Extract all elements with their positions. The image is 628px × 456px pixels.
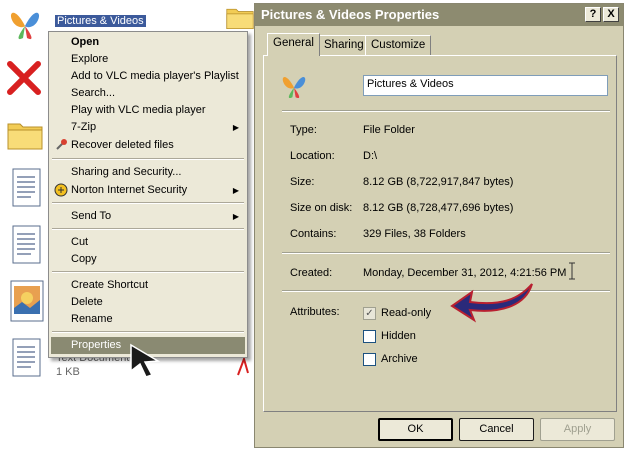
folder-icon[interactable] (7, 118, 43, 153)
readonly-label: Read-only (381, 307, 432, 319)
text-document-icon[interactable] (12, 168, 42, 211)
folder-msn-butterfly-icon (278, 70, 310, 105)
separator (282, 110, 610, 112)
menu-separator (52, 158, 244, 160)
mouse-cursor-icon (128, 343, 164, 382)
location-value: D:\ (363, 150, 378, 162)
menu-item-open[interactable]: Open (51, 34, 245, 51)
menu-item-copy[interactable]: Copy (51, 251, 245, 268)
recover-icon (54, 138, 68, 152)
msn-butterfly-icon[interactable] (5, 4, 45, 47)
menu-item-cut[interactable]: Cut (51, 234, 245, 251)
submenu-arrow-icon: ▶ (232, 186, 239, 195)
menu-separator (52, 331, 244, 333)
submenu-arrow-icon: ▶ (232, 123, 239, 132)
type-label: Type: (290, 124, 317, 136)
menu-item-delete[interactable]: Delete (51, 294, 245, 311)
size-on-disk-label: Size on disk: (290, 202, 353, 214)
annotation-arrow-icon (448, 280, 538, 333)
pdf-file-icon[interactable] (236, 355, 250, 380)
archive-checkbox[interactable] (363, 353, 376, 366)
ok-button[interactable]: OK (378, 418, 453, 441)
menu-item-create-shortcut[interactable]: Create Shortcut (51, 277, 245, 294)
context-menu: Open Explore Add to VLC media player's P… (48, 31, 248, 358)
location-label: Location: (290, 150, 335, 162)
menu-item-sharing-and-security[interactable]: Sharing and Security... (51, 164, 245, 181)
archive-label: Archive (381, 353, 418, 365)
text-cursor-icon (568, 262, 576, 283)
file-size-label: 1 KB (56, 366, 80, 378)
hidden-label: Hidden (381, 330, 416, 342)
text-document-icon[interactable] (12, 338, 42, 381)
submenu-arrow-icon: ▶ (232, 212, 239, 221)
menu-separator (52, 202, 244, 204)
size-on-disk-value: 8.12 GB (8,728,477,696 bytes) (363, 202, 514, 214)
separator (282, 290, 610, 292)
dialog-title: Pictures & Videos Properties (261, 7, 440, 22)
menu-item-7zip[interactable]: 7-Zip ▶ (51, 119, 245, 136)
tab-general[interactable]: General (267, 33, 320, 56)
menu-item-play-with-vlc[interactable]: Play with VLC media player (51, 102, 245, 119)
cancel-button[interactable]: Cancel (459, 418, 534, 441)
delete-x-icon (6, 60, 42, 99)
size-value: 8.12 GB (8,722,917,847 bytes) (363, 176, 514, 188)
close-button[interactable]: X (603, 7, 619, 22)
menu-item-norton-internet-security[interactable]: Norton Internet Security ▶ (51, 182, 245, 199)
tab-sharing[interactable]: Sharing (318, 35, 370, 55)
folder-icon[interactable] (226, 4, 254, 33)
properties-dialog: Pictures & Videos Properties ? X General… (254, 3, 624, 448)
tab-customize[interactable]: Customize (365, 35, 432, 55)
created-label: Created: (290, 267, 333, 279)
norton-icon (54, 183, 68, 197)
contains-label: Contains: (290, 228, 337, 240)
help-button[interactable]: ? (585, 7, 601, 22)
menu-item-rename[interactable]: Rename (51, 311, 245, 328)
readonly-checkbox[interactable]: ✓ (363, 307, 376, 320)
size-label: Size: (290, 176, 315, 188)
folder-name-input[interactable]: Pictures & Videos (363, 75, 608, 96)
created-value: Monday, December 31, 2012, 4:21:56 PM (363, 267, 567, 279)
attributes-label: Attributes: (290, 306, 340, 318)
menu-item-send-to[interactable]: Send To ▶ (51, 208, 245, 225)
dialog-titlebar[interactable]: Pictures & Videos Properties ? X (255, 4, 623, 26)
menu-separator (52, 228, 244, 230)
image-file-icon[interactable] (10, 280, 44, 325)
separator (282, 252, 610, 254)
type-value: File Folder (363, 124, 415, 136)
contains-value: 329 Files, 38 Folders (363, 228, 466, 240)
menu-item-search[interactable]: Search... (51, 85, 245, 102)
apply-button[interactable]: Apply (540, 418, 615, 441)
menu-item-explore[interactable]: Explore (51, 51, 245, 68)
hidden-checkbox[interactable] (363, 330, 376, 343)
selected-file-label[interactable]: Pictures & Videos (55, 15, 146, 27)
menu-separator (52, 271, 244, 273)
menu-item-add-to-vlc-playlist[interactable]: Add to VLC media player's Playlist (51, 68, 245, 85)
text-document-icon[interactable] (12, 225, 42, 268)
general-panel: Pictures & Videos Type: File Folder Loca… (263, 55, 617, 412)
menu-item-recover-deleted-files[interactable]: Recover deleted files (51, 137, 245, 154)
